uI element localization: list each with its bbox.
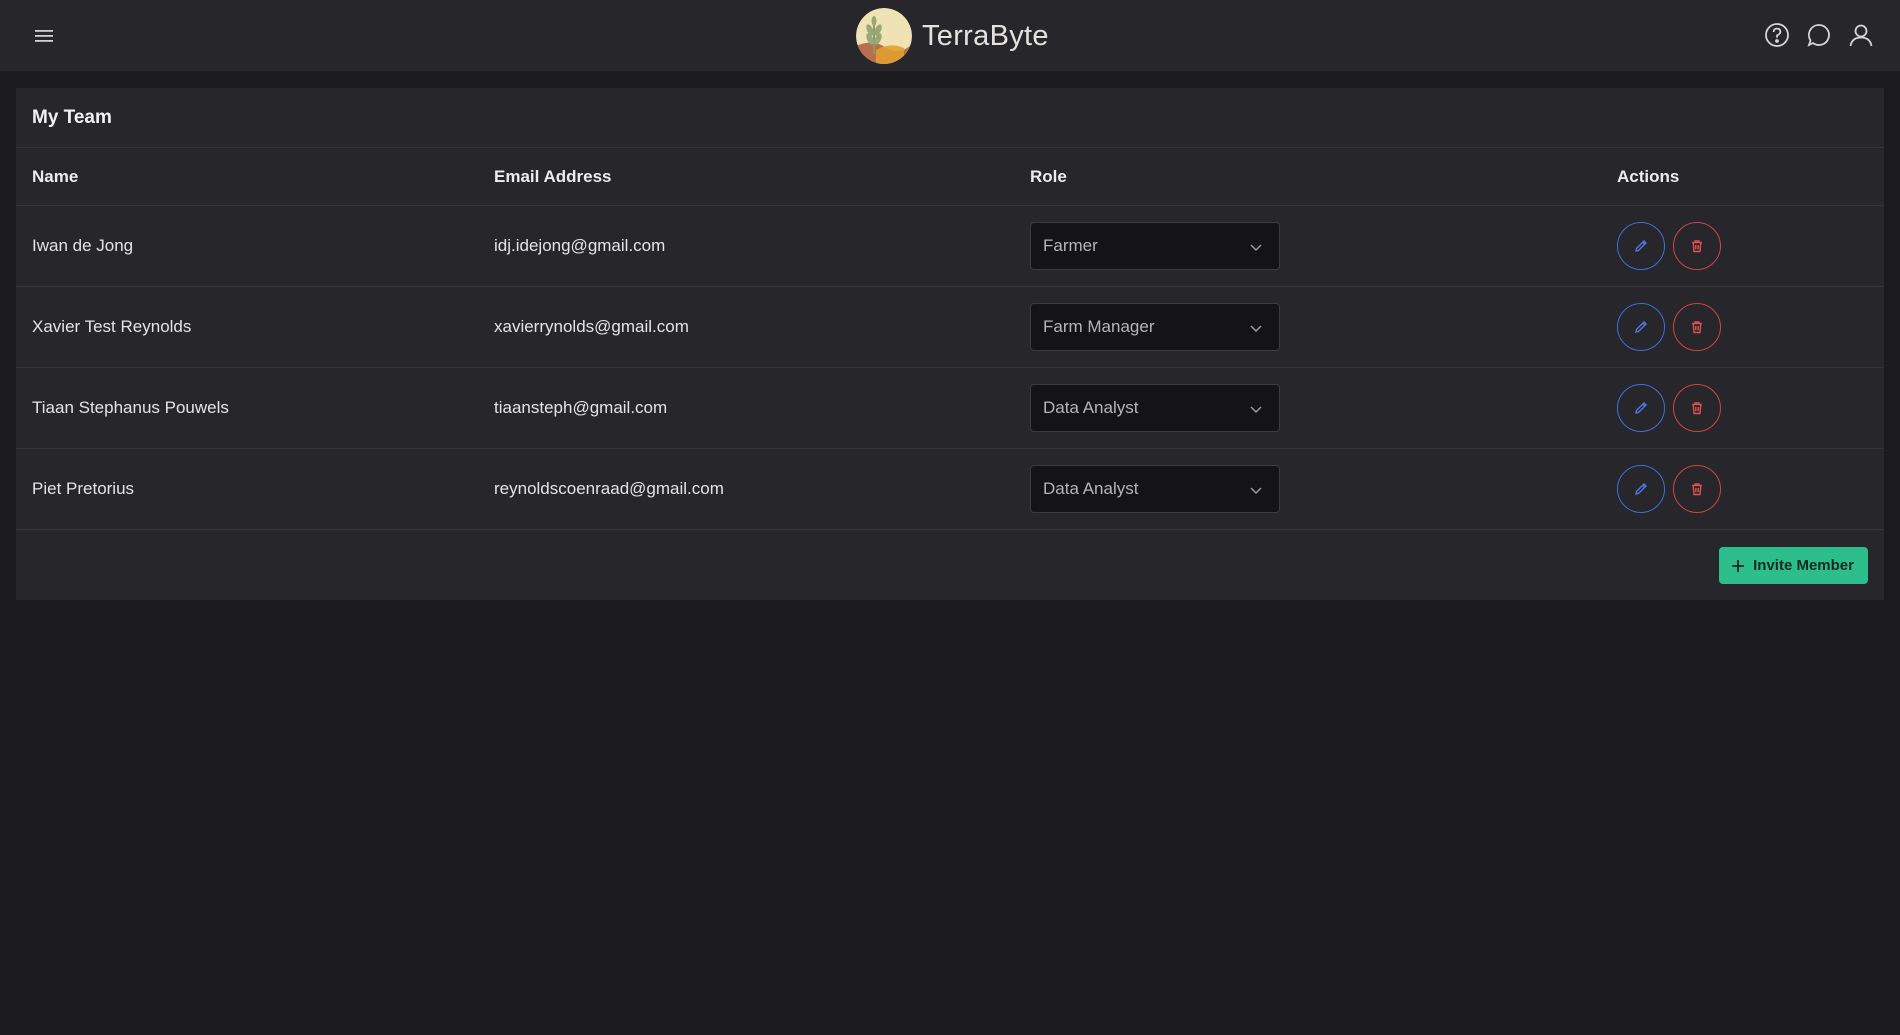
role-select-value: Farm Manager <box>1043 317 1155 336</box>
edit-member-button[interactable] <box>1617 303 1665 351</box>
pencil-icon <box>1635 321 1647 333</box>
table-header: Name Email Address Role Actions <box>16 148 1884 206</box>
role-select[interactable]: Data Analyst <box>1030 465 1280 513</box>
brand[interactable]: TerraByte <box>856 8 1049 64</box>
table-row: Tiaan Stephanus Pouwels tiaansteph@gmail… <box>16 368 1884 449</box>
column-header-role: Role <box>1030 166 1067 186</box>
plus-icon <box>1732 559 1745 572</box>
chevron-down-icon <box>1250 406 1262 414</box>
role-select[interactable]: Farm Manager <box>1030 303 1280 351</box>
member-email: xavierrynolds@gmail.com <box>494 317 689 336</box>
card-footer: Invite Member <box>16 530 1884 600</box>
pencil-icon <box>1635 402 1647 414</box>
trash-icon <box>1692 402 1702 415</box>
member-name: Piet Pretorius <box>32 479 135 498</box>
role-select-value: Farmer <box>1043 236 1098 255</box>
member-email: tiaansteph@gmail.com <box>494 398 668 417</box>
chevron-down-icon <box>1250 244 1262 252</box>
chevron-down-icon <box>1250 325 1262 333</box>
role-select[interactable]: Farmer <box>1030 222 1280 270</box>
column-header-name: Name <box>32 166 79 186</box>
member-email: idj.idejong@gmail.com <box>494 236 666 255</box>
trash-icon <box>1692 483 1702 496</box>
member-name: Xavier Test Reynolds <box>32 317 192 336</box>
hamburger-menu-icon[interactable] <box>30 22 58 50</box>
edit-member-button[interactable] <box>1617 222 1665 270</box>
terrabyte-logo-icon <box>856 8 912 64</box>
edit-member-button[interactable] <box>1617 384 1665 432</box>
table-row: Piet Pretorius reynoldscoenraad@gmail.co… <box>16 449 1884 530</box>
role-select-value: Data Analyst <box>1043 398 1139 417</box>
table-row: Xavier Test Reynolds xavierrynolds@gmail… <box>16 287 1884 368</box>
member-email: reynoldscoenraad@gmail.com <box>494 479 724 498</box>
role-select-value: Data Analyst <box>1043 479 1139 498</box>
member-name: Iwan de Jong <box>32 236 134 255</box>
top-navigation-bar: TerraByte <box>0 0 1900 72</box>
column-header-email: Email Address <box>494 166 612 186</box>
help-icon[interactable] <box>1762 20 1792 50</box>
my-team-card: My Team Name Email Address Role Actions … <box>16 88 1884 600</box>
role-select[interactable]: Data Analyst <box>1030 384 1280 432</box>
column-header-actions: Actions <box>1617 166 1680 186</box>
invite-member-button[interactable]: Invite Member <box>1719 547 1868 584</box>
trash-icon <box>1692 321 1702 334</box>
delete-member-button[interactable] <box>1673 465 1721 513</box>
user-icon[interactable] <box>1846 20 1876 50</box>
app-name: TerraByte <box>922 19 1049 52</box>
trash-icon <box>1692 240 1702 253</box>
pencil-icon <box>1635 483 1647 495</box>
delete-member-button[interactable] <box>1673 303 1721 351</box>
member-name: Tiaan Stephanus Pouwels <box>32 398 229 417</box>
invite-member-label: Invite Member <box>1753 557 1854 574</box>
delete-member-button[interactable] <box>1673 384 1721 432</box>
chevron-down-icon <box>1250 487 1262 495</box>
pencil-icon <box>1635 240 1647 252</box>
chat-icon[interactable] <box>1804 20 1834 50</box>
card-title: My Team <box>16 88 1884 148</box>
edit-member-button[interactable] <box>1617 465 1665 513</box>
table-row: Iwan de Jong idj.idejong@gmail.com Farme… <box>16 206 1884 287</box>
delete-member-button[interactable] <box>1673 222 1721 270</box>
